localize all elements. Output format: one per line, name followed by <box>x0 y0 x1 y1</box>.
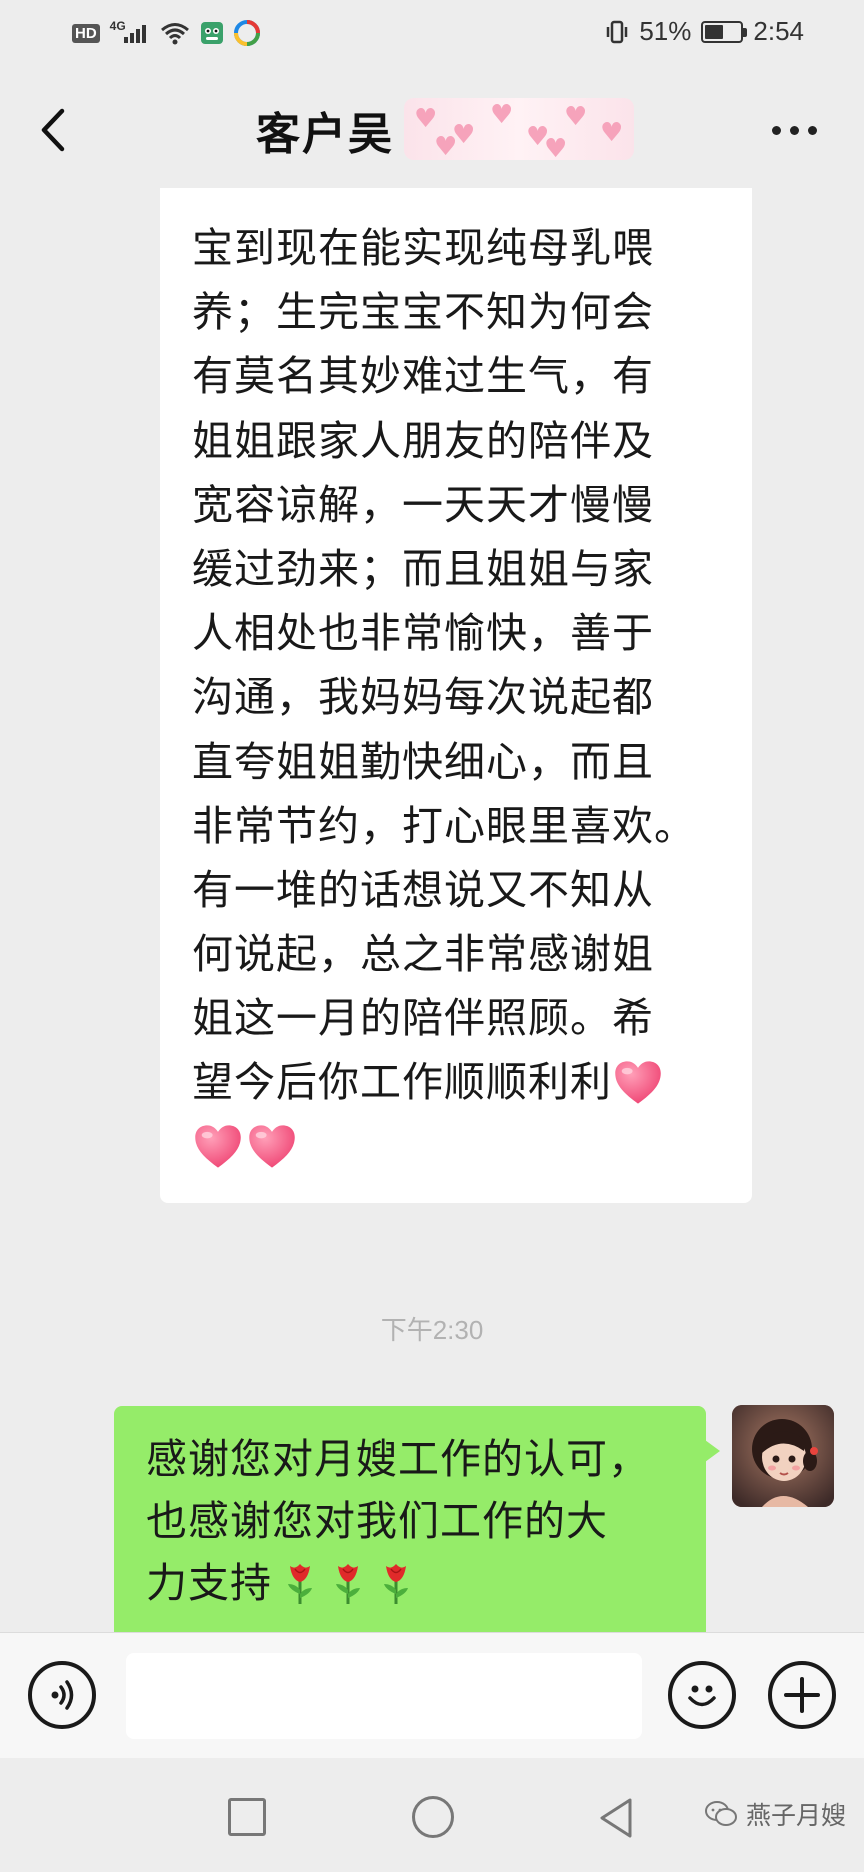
title-bar: 客户吴 ♥ ♥ ♥ ♥ ♥ ♥ ♥ ♥ <box>0 70 864 188</box>
message-line-text: 养；生完宝宝不知为何会 <box>192 288 654 337</box>
system-back-button[interactable] <box>596 1796 636 1840</box>
input-bar <box>0 1632 864 1758</box>
voice-icon <box>51 1680 74 1710</box>
watermark: 燕子月嫂 <box>704 1796 846 1832</box>
message-line-text: 宝到现在能实现纯母乳喂 <box>192 224 654 272</box>
outgoing-message-text: 感谢您对月嫂工作的认可， 也感谢您对我们工作的大 力支持 <box>146 1428 682 1614</box>
message-line-text: 感谢您对月嫂工作的认可， <box>146 1435 650 1483</box>
message-line-text: 直夸姐姐勤快细心，而且 <box>192 737 654 786</box>
app-notification-icon <box>200 22 223 44</box>
message-line: 人相处也非常愉快，善于 <box>192 601 726 665</box>
wifi-icon <box>160 23 189 45</box>
plus-button[interactable] <box>768 1661 836 1729</box>
incoming-message-text: 宝到现在能实现纯母乳喂 养；生完宝宝不知为何会 有莫名其妙难过生气，有 姐姐跟家人朋友… <box>192 216 726 1115</box>
clock: 2:54 <box>753 16 804 46</box>
incoming-message-bubble[interactable]: 宝到现在能实现纯母乳喂 养；生完宝宝不知为何会 有莫名其妙难过生气，有 姐姐跟家人朋友… <box>160 188 752 1203</box>
message-line: 力支持 <box>146 1552 682 1614</box>
message-line: 缓过劲来；而且姐姐与家 <box>192 537 726 601</box>
emoji-face-icon <box>688 1685 716 1707</box>
outgoing-message-bubble[interactable]: 感谢您对月嫂工作的认可， 也感谢您对我们工作的大 力支持 <box>114 1406 720 1632</box>
emoji-button[interactable] <box>668 1661 736 1729</box>
message-line-text: 缓过劲来；而且姐姐与家 <box>192 544 654 593</box>
signal-icon: 4G <box>110 19 150 45</box>
message-line: 沟通，我妈妈每次说起都 <box>192 665 726 729</box>
watermark-text: 燕子月嫂 <box>745 1801 846 1830</box>
more-button[interactable] <box>764 110 824 150</box>
message-line: 也感谢您对我们工作的大 <box>146 1490 682 1552</box>
voice-button[interactable] <box>28 1661 96 1729</box>
recent-apps-button[interactable] <box>228 1798 266 1836</box>
message-line: 有一堆的话想说又不知从 <box>192 858 726 922</box>
message-line: 何说起，总之非常感谢姐 <box>192 922 726 986</box>
message-line-text: 有一堆的话想说又不知从 <box>192 865 654 914</box>
message-line-text: 姐姐跟家人朋友的陪伴及 <box>192 416 654 465</box>
message-line: 感谢您对月嫂工作的认可， <box>146 1428 682 1490</box>
battery-percent: 51% <box>639 16 692 46</box>
emoji-row <box>192 1115 726 1179</box>
rose-emoji <box>288 1564 312 1604</box>
vibrate-icon <box>607 20 628 43</box>
heart-emoji <box>195 1124 241 1168</box>
message-line-text: 沟通，我妈妈每次说起都 <box>192 673 654 722</box>
message-line-text: 姐这一月的陪伴照顾。希 <box>192 994 654 1043</box>
message-line: 姐姐跟家人朋友的陪伴及 <box>192 409 726 473</box>
message-line-text: 宽容谅解，一天天才慢慢 <box>192 480 654 529</box>
heart-emoji <box>615 1060 661 1104</box>
message-line-text: 力支持 <box>146 1559 272 1607</box>
message-timestamp: 下午2:30 <box>380 1315 484 1345</box>
wechat-channel-icon <box>704 1801 737 1826</box>
status-bar: HD 4G 51% 2:54 <box>0 0 864 70</box>
home-button[interactable] <box>412 1796 454 1838</box>
message-line-text: 非常节约，打心眼里喜欢。 <box>192 801 696 850</box>
chevron-left-icon <box>41 108 65 152</box>
message-line: 直夸姐姐勤快细心，而且 <box>192 730 726 794</box>
back-button[interactable] <box>28 100 78 160</box>
message-line: 望今后你工作顺顺利利 <box>192 1050 726 1114</box>
battery-icon <box>701 20 748 43</box>
message-line: 姐这一月的陪伴照顾。希 <box>192 986 726 1050</box>
message-input[interactable] <box>126 1653 642 1739</box>
message-line-text: 望今后你工作顺顺利利 <box>192 1058 612 1107</box>
message-line: 宝到现在能实现纯母乳喂 <box>192 216 726 280</box>
message-line-text: 人相处也非常愉快，善于 <box>192 609 654 658</box>
avatar[interactable] <box>732 1405 834 1507</box>
message-line: 宽容谅解，一天天才慢慢 <box>192 473 726 537</box>
more-dots-icon <box>771 125 781 135</box>
heart-emoji <box>249 1124 295 1168</box>
message-list[interactable]: 宝到现在能实现纯母乳喂 养；生完宝宝不知为何会 有莫名其妙难过生气，有 姐姐跟家人朋友… <box>0 188 864 1632</box>
message-line-text: 也感谢您对我们工作的大 <box>146 1497 608 1545</box>
message-line: 非常节约，打心眼里喜欢。 <box>192 794 726 858</box>
plus-icon <box>784 1677 820 1713</box>
system-nav-bar: 燕子月嫂 <box>0 1758 864 1872</box>
chat-title: 客户吴 <box>256 109 394 160</box>
browser-notification-icon <box>233 20 260 46</box>
rose-emoji <box>384 1564 408 1604</box>
name-redaction-mask: ♥ ♥ ♥ ♥ ♥ ♥ ♥ ♥ <box>404 98 634 160</box>
message-line-text: 何说起，总之非常感谢姐 <box>192 930 654 979</box>
message-line: 有莫名其妙难过生气，有 <box>192 344 726 408</box>
message-line: 养；生完宝宝不知为何会 <box>192 280 726 344</box>
cut-off-line <box>192 194 726 216</box>
rose-emoji <box>336 1564 360 1604</box>
message-line-text: 有莫名其妙难过生气，有 <box>192 352 654 401</box>
hd-badge: HD <box>72 23 100 43</box>
